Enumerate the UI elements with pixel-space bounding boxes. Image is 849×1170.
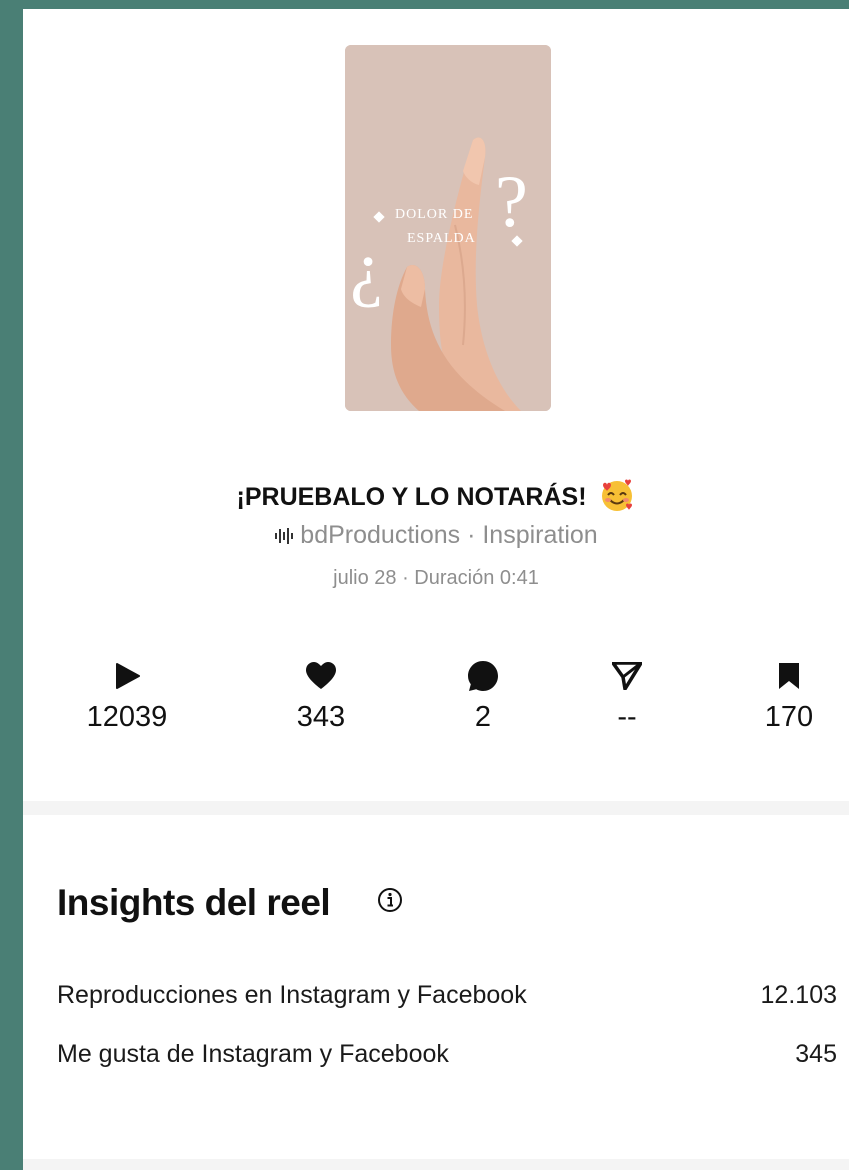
stat-comments: 2 [403, 659, 563, 734]
reel-caption-text: ¡PRUEBALO Y LO NOTARÁS! [236, 483, 587, 511]
audio-waveform-icon [275, 528, 294, 544]
thumbnail-line1: DOLOR DE [395, 207, 474, 222]
diamond-ornament-icon [373, 211, 385, 223]
play-icon [116, 663, 140, 689]
reel-audio-text: bdProductions · Inspiration [300, 521, 598, 549]
thumbnail-overlay-text: ? ¿ DOLOR DE ESPALDA [345, 45, 551, 411]
section-divider-bottom [23, 1159, 849, 1170]
stat-plays: 12039 [47, 659, 207, 734]
thumbnail-line2: ESPALDA [407, 231, 476, 246]
thumbnail-close-question: ? [495, 161, 528, 243]
info-icon[interactable] [377, 887, 403, 913]
insights-title: Insights del reel [57, 882, 331, 923]
share-icon [612, 662, 642, 690]
reel-meta: julio 28 · Duración 0:41 [333, 567, 539, 589]
heart-icon [306, 662, 336, 689]
bookmark-icon [779, 663, 799, 689]
stat-saves-value: 170 [764, 701, 814, 733]
stat-shares: -- [547, 659, 707, 734]
stat-shares-value: -- [617, 701, 637, 733]
stat-plays-value: 12039 [86, 701, 168, 733]
insight-row-value: 345 [795, 1040, 837, 1068]
reel-thumbnail[interactable]: ? ¿ DOLOR DE ESPALDA [345, 45, 551, 411]
stat-comments-value: 2 [474, 701, 492, 733]
section-divider [23, 801, 849, 815]
insight-row-label: Reproducciones en Instagram y Facebook [57, 981, 527, 1009]
stat-likes-value: 343 [296, 701, 346, 733]
comment-icon [468, 661, 498, 691]
reel-caption: ¡PRUEBALO Y LO NOTARÁS! [23, 477, 849, 513]
stat-likes: 343 [241, 659, 401, 734]
insight-row-label: Me gusta de Instagram y Facebook [57, 1040, 449, 1068]
reel-insights-card: ? ¿ DOLOR DE ESPALDA ¡PRUEBALO Y LO NOTA… [23, 9, 849, 1170]
stat-saves: 170 [709, 659, 849, 734]
insight-row-value: 12.103 [760, 981, 837, 1009]
smiling-face-with-hearts-icon [602, 479, 633, 511]
thumbnail-open-question: ¿ [350, 227, 383, 309]
reel-audio[interactable]: bdProductions · Inspiration [23, 521, 849, 550]
